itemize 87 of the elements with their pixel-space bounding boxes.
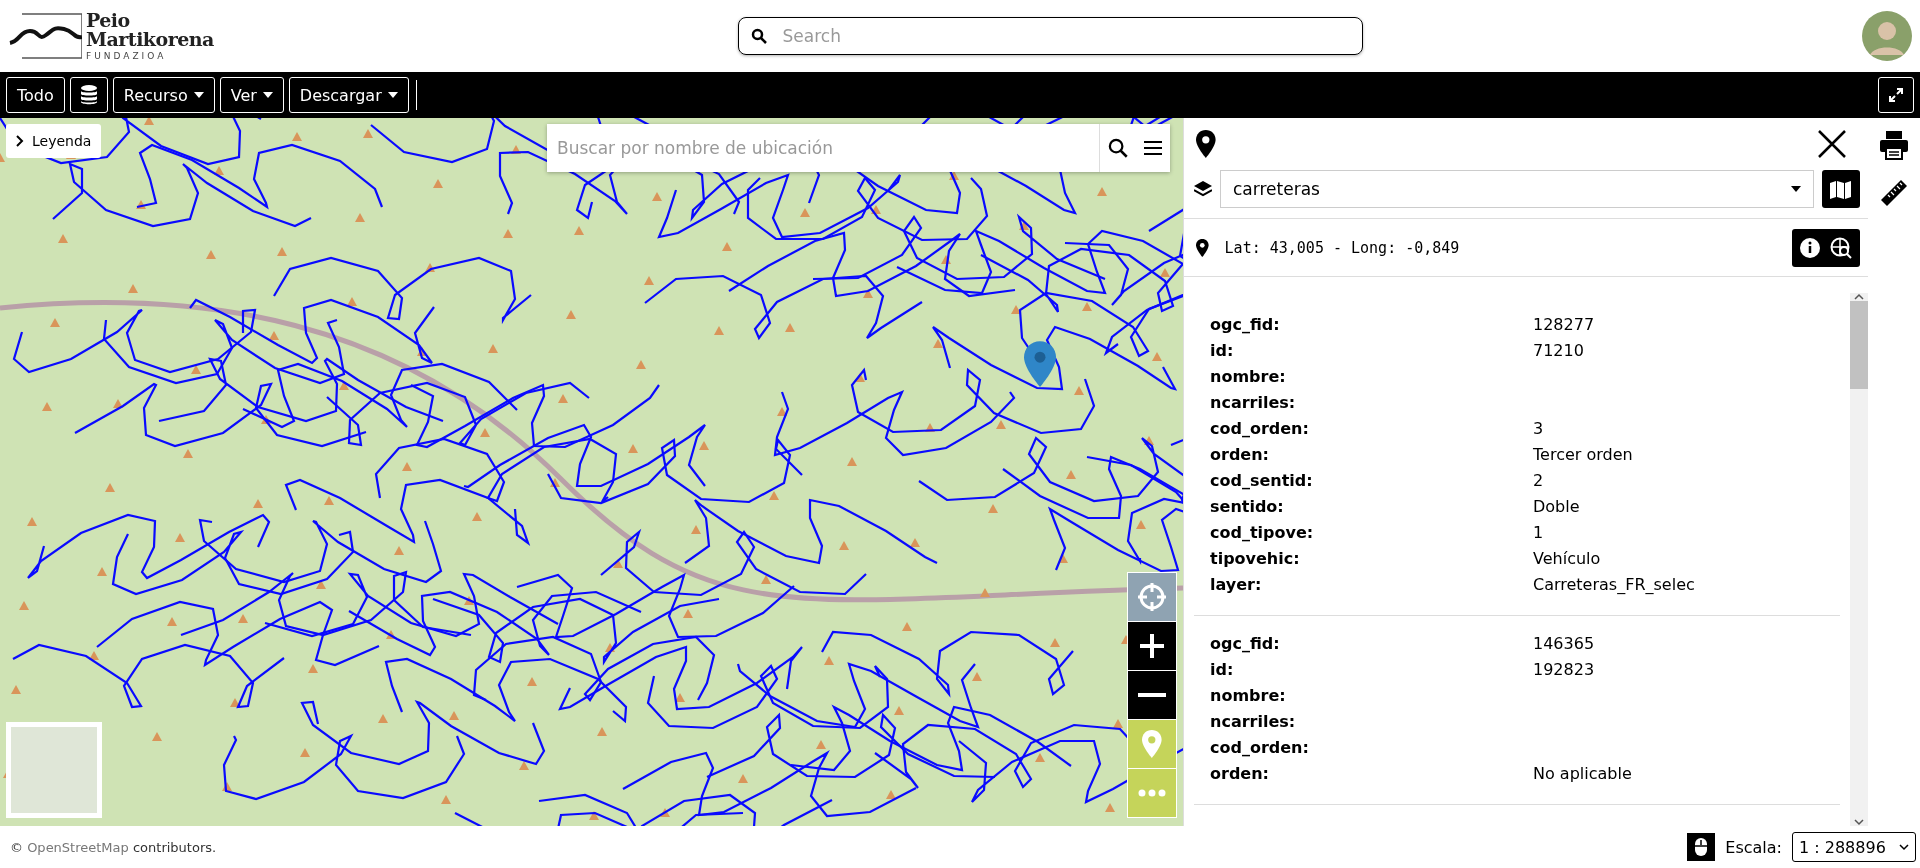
zoom-out-button[interactable] [1128, 671, 1176, 719]
field-name: cod_orden: [1210, 418, 1310, 438]
field-value: Doble [1533, 496, 1581, 516]
field-value: Vehículo [1533, 548, 1602, 568]
scrollbar[interactable] [1850, 293, 1868, 826]
database-icon [80, 85, 97, 105]
logo-subtitle: FUNDAZIOA [86, 52, 168, 61]
field-value: 146365 [1533, 633, 1596, 653]
field-name: cod_orden: [1210, 737, 1310, 757]
map-pin-icon [1196, 130, 1216, 158]
dropdown-button[interactable]: Ver [219, 77, 284, 113]
avatar[interactable] [1862, 11, 1912, 61]
map-pin-icon [1196, 238, 1209, 257]
coordinates-text: Lat: 43,005 - Long: -0,849 [1224, 238, 1461, 257]
ruler-icon [1879, 178, 1909, 208]
layer-select[interactable]: carreteras [1220, 170, 1814, 208]
chevron-down-icon [1899, 843, 1909, 851]
map-pin-icon [1142, 730, 1162, 758]
dropdown-button[interactable]: Descargar [288, 77, 409, 113]
globe-search-icon [1830, 236, 1852, 259]
info-icon [1800, 237, 1820, 258]
search-icon [750, 28, 767, 44]
toolbar-button[interactable]: Todo [6, 77, 65, 113]
field-name: nombre: [1210, 685, 1287, 705]
chevron-up-icon [1854, 293, 1864, 301]
map-icon [1830, 179, 1852, 199]
attribution-text: © OpenStreetMap contributors. [10, 839, 217, 855]
field-name: sentido: [1210, 496, 1285, 516]
map-filter-button[interactable] [1822, 170, 1860, 208]
field-name: orden: [1210, 763, 1270, 783]
chevron-right-icon [16, 135, 24, 147]
logo-name: Peio [86, 11, 131, 30]
field-name: cod_tipove: [1210, 522, 1315, 542]
field-name: id: [1210, 659, 1235, 679]
legend-button[interactable]: Leyenda [6, 124, 102, 158]
field-name: ncarriles: [1210, 711, 1297, 731]
field-value: No aplicable [1533, 763, 1633, 783]
field-value: 192823 [1533, 659, 1596, 679]
menu-icon [1144, 141, 1162, 155]
printer-icon [1879, 130, 1909, 160]
close-icon [1818, 130, 1846, 158]
layers-icon [1194, 181, 1212, 197]
logo-name: Martikorena [86, 30, 214, 49]
search-icon [1108, 138, 1128, 158]
caret-icon [1791, 186, 1801, 192]
chevron-down-icon [1854, 818, 1864, 826]
scrollbar-thumb[interactable] [1850, 301, 1868, 389]
map-drawing[interactable] [0, 118, 1183, 826]
field-name: nombre: [1210, 366, 1287, 386]
mouse-icon [1695, 838, 1708, 856]
field-value: Carreteras_FR_selec [1533, 574, 1696, 594]
field-name: tipovehic: [1210, 548, 1301, 568]
field-name: orden: [1210, 444, 1270, 464]
field-value: 128277 [1533, 314, 1596, 334]
field-name: ncarriles: [1210, 392, 1297, 412]
field-value: 71210 [1533, 340, 1585, 360]
crosshair-icon [1137, 582, 1167, 612]
scale-label: Escala: [1725, 837, 1782, 857]
caret-icon [387, 92, 398, 98]
field-value: 1 [1533, 522, 1545, 542]
field-name: cod_sentid: [1210, 470, 1314, 490]
zoom-in-button[interactable] [1128, 622, 1176, 670]
field-value: 3 [1533, 418, 1545, 438]
field-name: ogc_fid: [1210, 314, 1281, 334]
dots-icon [1138, 789, 1166, 797]
info-toolbar[interactable] [1792, 228, 1860, 267]
field-name: id: [1210, 340, 1235, 360]
minus-icon [1138, 693, 1166, 697]
field-value: 2 [1533, 470, 1545, 490]
expand-icon [1889, 88, 1903, 102]
search-bar[interactable]: Search [737, 17, 1363, 55]
field-value: Tercer orden [1533, 444, 1634, 464]
mouse-button[interactable] [1687, 833, 1716, 861]
location-search-field[interactable]: Buscar por nombre de ubicación [547, 124, 1170, 172]
field-name: ogc_fid: [1210, 633, 1281, 653]
scale-select[interactable]: 1 : 288896 [1792, 832, 1916, 862]
map-marker-icon[interactable] [1024, 340, 1056, 388]
caret-icon [262, 92, 273, 98]
field-name: layer: [1210, 574, 1263, 594]
logo-icon [8, 11, 82, 61]
fullscreen-button[interactable] [1878, 77, 1914, 113]
marker-button[interactable] [1128, 720, 1176, 768]
database-button[interactable] [69, 77, 108, 113]
caret-icon [193, 92, 204, 98]
plus-icon [1138, 632, 1166, 660]
openstreetmap-link[interactable]: OpenStreetMap [27, 839, 129, 855]
dropdown-button[interactable]: Recurso [112, 77, 215, 113]
